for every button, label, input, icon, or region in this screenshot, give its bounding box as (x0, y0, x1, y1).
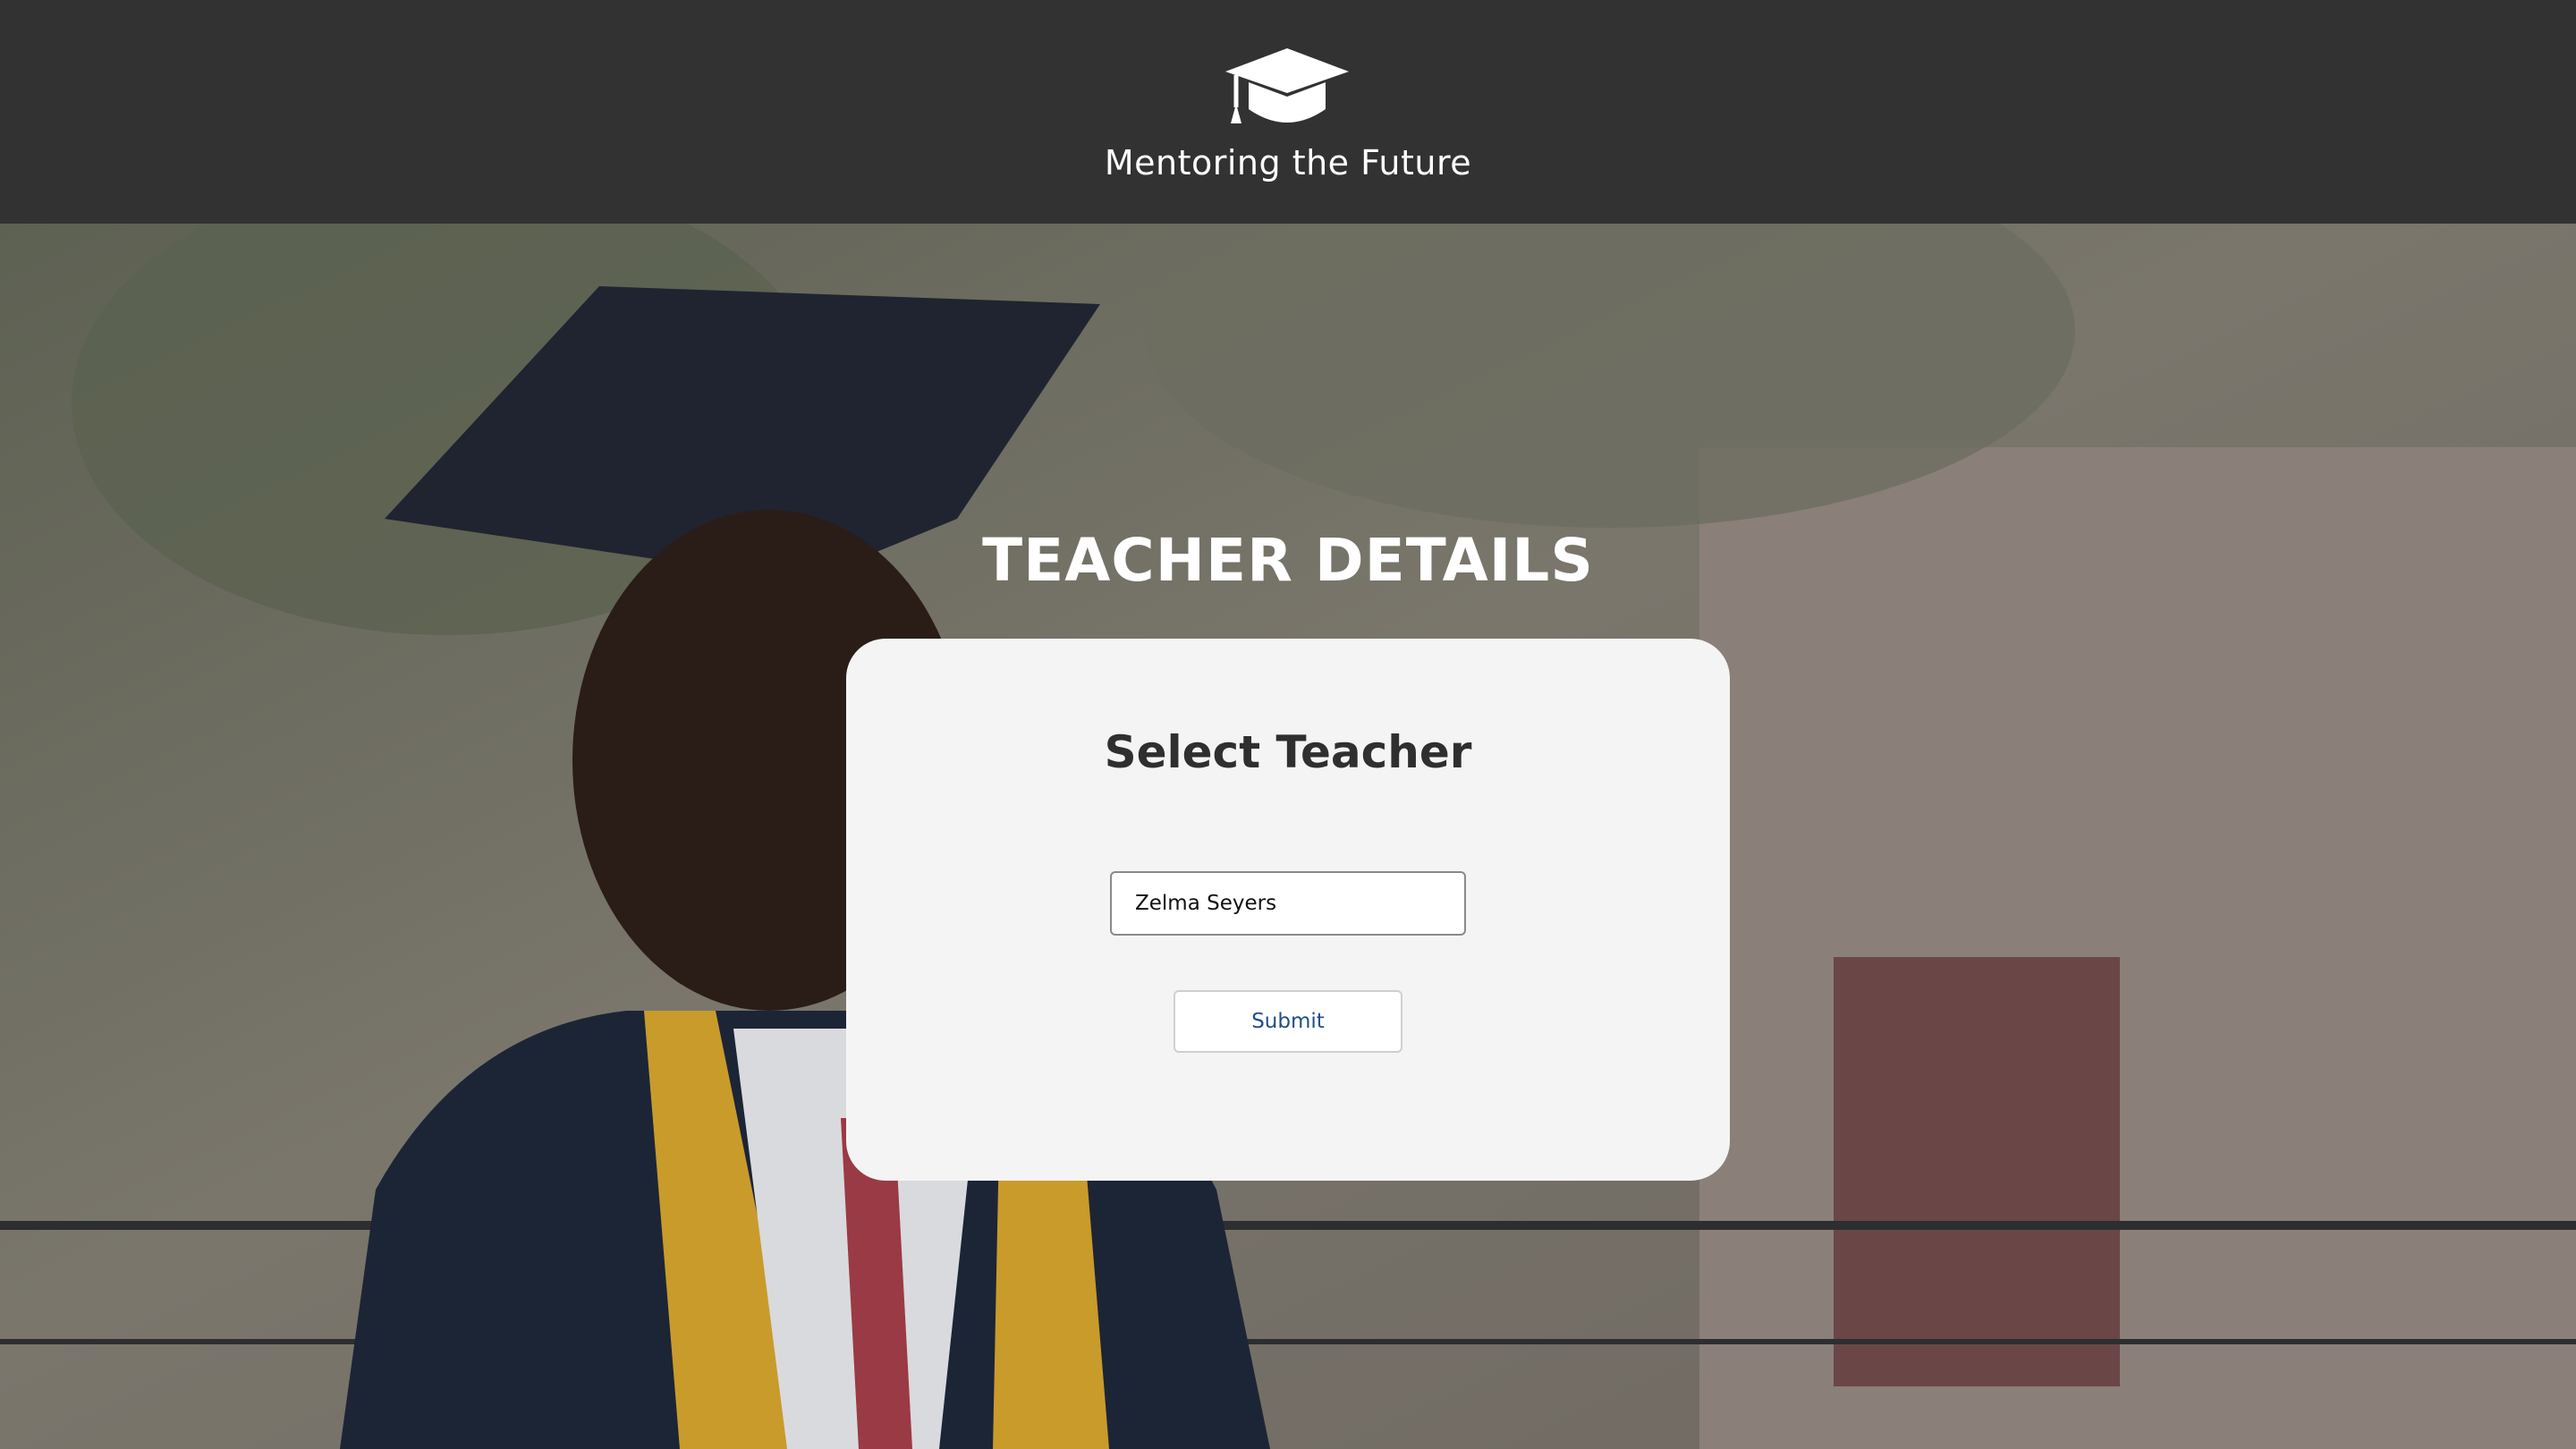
teacher-select[interactable]: Zelma Seyers (1110, 871, 1466, 936)
teacher-select-value: Zelma Seyers (1135, 892, 1277, 915)
page-title: TEACHER DETAILS (982, 526, 1594, 595)
submit-button[interactable]: Submit (1174, 990, 1402, 1053)
site-header: Mentoring the Future (0, 0, 2576, 224)
brand-name[interactable]: Mentoring the Future (0, 143, 2576, 182)
select-teacher-card: Select Teacher Zelma Seyers Submit (846, 639, 1730, 1181)
graduation-cap-icon (1225, 48, 1349, 123)
card-title: Select Teacher (1104, 726, 1472, 778)
